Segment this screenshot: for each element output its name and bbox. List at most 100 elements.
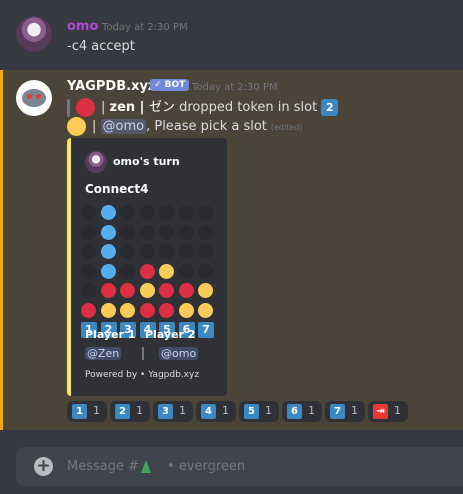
- board-cell-empty: [120, 224, 135, 240]
- edited-label: (edited): [270, 123, 303, 132]
- board-cell-empty: [198, 244, 213, 259]
- keycap-2-icon: 2: [321, 99, 339, 116]
- board-cell-empty: [159, 224, 174, 240]
- board-cell-red: [139, 302, 155, 318]
- board-cell-empty: [81, 263, 96, 279]
- reaction-button[interactable]: 21: [110, 401, 150, 422]
- red-token-icon: [76, 98, 95, 117]
- reaction-count: 1: [351, 404, 358, 417]
- player2-label: Player 2: [145, 328, 196, 341]
- embed-footer: Powered by • Yagpdb.xyz: [85, 370, 200, 380]
- avatar[interactable]: [16, 80, 52, 116]
- user-mention[interactable]: @omo: [100, 119, 147, 134]
- reaction-button[interactable]: 71: [325, 401, 365, 422]
- board-cell-empty: [139, 224, 155, 240]
- avatar[interactable]: [16, 16, 52, 52]
- keycap-6-icon: 6: [287, 404, 302, 419]
- board-cell-empty: [81, 283, 96, 298]
- board-cell-empty: [81, 244, 96, 259]
- reaction-count: 1: [136, 404, 143, 417]
- board-cell-empty: [159, 244, 174, 259]
- board-cell-yellow: [100, 302, 116, 318]
- quote-bar: [142, 347, 144, 360]
- board-cell-empty: [139, 244, 155, 259]
- reaction-count: 1: [93, 404, 100, 417]
- board-cell-blue: [100, 244, 116, 259]
- board-cell-empty: [120, 205, 135, 220]
- yellow-token-icon: [67, 117, 86, 136]
- tree-icon: [141, 460, 152, 473]
- timestamp: Today at 2:30 PM: [192, 82, 278, 93]
- board-cell-empty: [81, 224, 96, 240]
- username[interactable]: YAGPDB.xyz: [67, 79, 156, 94]
- message-omo: omo Today at 2:30 PM -c4 accept: [0, 10, 463, 62]
- bot-avatar-icon: [22, 89, 46, 107]
- board-cell-empty: [81, 205, 96, 220]
- keycap-1-icon: 1: [72, 404, 87, 419]
- player2-value: @omo: [159, 347, 199, 360]
- reaction-count: 1: [394, 404, 401, 417]
- message-input[interactable]: Message # • evergreen: [67, 459, 245, 474]
- board-cell-red: [159, 302, 174, 318]
- reaction-count: 1: [265, 404, 272, 417]
- keycap-3-icon: 3: [158, 404, 173, 419]
- board-cell-empty: [120, 244, 135, 259]
- prompt-text: , Please pick a slot: [146, 119, 267, 134]
- board-cell-yellow: [178, 302, 194, 318]
- board-cell-red: [81, 302, 96, 318]
- board-cell-empty: [198, 205, 213, 220]
- keycap-7-icon: 7: [330, 404, 345, 419]
- board-cell-empty: [178, 263, 194, 279]
- board-cell-yellow: [139, 283, 155, 298]
- reaction-count: 1: [179, 404, 186, 417]
- game-embed: omo's turn Connect4 1234567 Player 1 @Ze…: [67, 138, 227, 396]
- exit-icon: ⇥: [373, 404, 388, 419]
- board-cell-red: [100, 283, 116, 298]
- board-cell-red: [120, 283, 135, 298]
- reaction-button[interactable]: 11: [67, 401, 107, 422]
- player1-value: @Zen: [85, 347, 122, 360]
- quote-bar: [67, 98, 70, 117]
- mention-highlight-bar: [0, 70, 3, 430]
- reaction-button[interactable]: 51: [239, 401, 279, 422]
- board-cell-empty: [198, 224, 213, 240]
- keycap-4-icon: 4: [201, 404, 216, 419]
- player1-mention[interactable]: @Zen: [85, 347, 122, 360]
- reaction-button[interactable]: ⇥ 1: [368, 401, 408, 422]
- player-name: zen: [109, 100, 136, 115]
- reaction-button[interactable]: 41: [196, 401, 236, 422]
- slot-7-label: 7: [198, 322, 214, 338]
- player2-mention[interactable]: @omo: [159, 347, 199, 360]
- board-cell-yellow: [198, 283, 213, 298]
- board-cell-empty: [139, 205, 155, 220]
- message-yagpdb: YAGPDB.xyz ✓ BOT Today at 2:30 PM | zen …: [0, 70, 463, 430]
- reaction-button[interactable]: 61: [282, 401, 322, 422]
- board-cell-yellow: [198, 302, 213, 318]
- add-attachment-button[interactable]: +: [34, 457, 53, 476]
- board-cell-empty: [178, 244, 194, 259]
- bot-badge: ✓ BOT: [150, 79, 190, 91]
- keycap-2-icon: 2: [115, 404, 130, 419]
- board-cell-red: [159, 283, 174, 298]
- reaction-count: 1: [222, 404, 229, 417]
- embed-title: Connect4: [85, 182, 149, 196]
- board-cell-empty: [159, 205, 174, 220]
- board-cell-empty: [198, 263, 213, 279]
- embed-author: omo's turn: [113, 155, 180, 168]
- board-cell-empty: [178, 205, 194, 220]
- message-composer[interactable]: + Message # • evergreen: [16, 447, 463, 486]
- board-cell-blue: [100, 205, 116, 220]
- board-cell-blue: [100, 224, 116, 240]
- turn-prompt: | @omo, Please pick a slot (edited): [67, 117, 303, 136]
- reaction-button[interactable]: 31: [153, 401, 193, 422]
- board-cell-yellow: [120, 302, 135, 318]
- embed-author-avatar: [85, 151, 107, 173]
- board-cell-empty: [178, 224, 194, 240]
- player-alt-name: ゼン: [148, 100, 175, 115]
- username[interactable]: omo: [67, 19, 98, 34]
- reaction-count: 1: [308, 404, 315, 417]
- board-cell-red: [178, 283, 194, 298]
- board-cell-blue: [100, 263, 116, 279]
- board-cell-red: [139, 263, 155, 279]
- message-text: -c4 accept: [67, 39, 135, 54]
